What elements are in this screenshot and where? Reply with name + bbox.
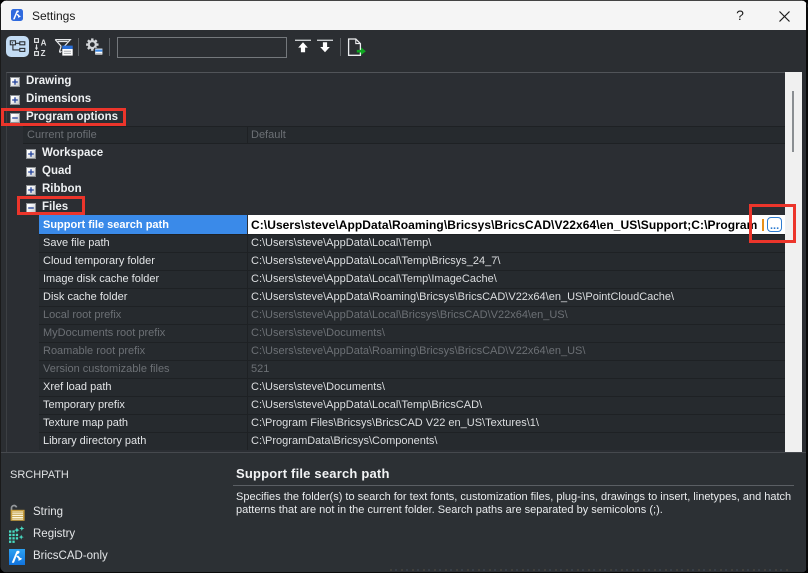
svg-text:A: A: [41, 38, 47, 47]
svg-text:Z: Z: [41, 49, 46, 57]
